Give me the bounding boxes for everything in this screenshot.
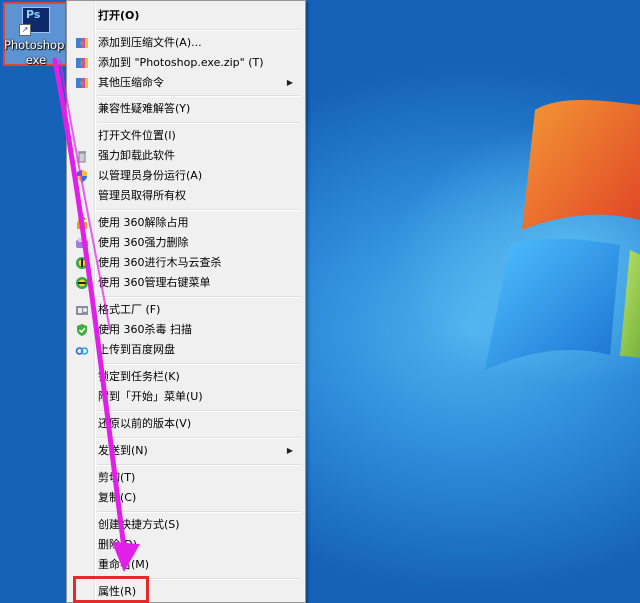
menu-separator <box>97 296 301 298</box>
menu-item-label: 添加到压缩文件(A)... <box>98 36 202 49</box>
menu-item-label: 打开(O) <box>98 9 140 22</box>
menu-item-label: 管理员取得所有权 <box>98 189 186 202</box>
menu-item-take-ownership[interactable]: 管理员取得所有权 <box>69 186 303 206</box>
menu-separator <box>97 95 301 97</box>
menu-item-label: 剪切(T) <box>98 471 136 484</box>
menu-separator <box>97 511 301 513</box>
menu-item-compat-troubleshoot[interactable]: 兼容性疑难解答(Y) <box>69 99 303 119</box>
menu-item-label: 使用 360解除占用 <box>98 216 189 229</box>
menu-item-360-antivirus-scan[interactable]: 使用 360杀毒 扫描 <box>69 320 303 340</box>
menu-separator <box>97 437 301 439</box>
archive-icon <box>76 38 88 48</box>
antivirus-icon <box>77 324 87 336</box>
menu-item-label: 上传到百度网盘 <box>98 343 175 356</box>
menu-separator <box>97 29 301 31</box>
photoshop-shortcut[interactable]: Ps ↗ Photoshop. exe <box>3 2 69 67</box>
menu-item-label: 强力卸载此软件 <box>98 149 175 162</box>
archive-icon <box>76 78 88 88</box>
menu-separator <box>97 122 301 124</box>
menu-item-pin-start[interactable]: 附到「开始」菜单(U) <box>69 387 303 407</box>
submenu-arrow-icon: ▶ <box>286 446 293 455</box>
context-menu: 打开(O) 添加到压缩文件(A)... 添加到 "Photoshop.exe.z… <box>66 0 306 603</box>
menu-item-360-force-delete[interactable]: 使用 360强力删除 <box>69 233 303 253</box>
menu-item-label: 复制(C) <box>98 491 137 504</box>
shortcut-arrow-icon: ↗ <box>19 24 31 36</box>
menu-item-label: 打开文件位置(I) <box>98 129 176 142</box>
menu-item-label: 发送到(N) <box>98 444 148 457</box>
shield-icon <box>77 170 87 182</box>
menu-item-label: 以管理员身份运行(A) <box>98 169 203 182</box>
menu-item-label: 附到「开始」菜单(U) <box>98 390 203 403</box>
menu-item-run-as-admin[interactable]: 以管理员身份运行(A) <box>69 166 303 186</box>
menu-item-delete[interactable]: 删除(D) <box>69 535 303 555</box>
archive-icon <box>76 58 88 68</box>
menu-item-send-to[interactable]: 发送到(N) ▶ <box>69 441 303 461</box>
menu-item-copy[interactable]: 复制(C) <box>69 488 303 508</box>
menu-item-label: 使用 360杀毒 扫描 <box>98 323 192 336</box>
menu-item-label: 格式工厂 (F) <box>98 303 161 316</box>
menu-item-label: 创建快捷方式(S) <box>98 518 180 531</box>
menu-separator <box>97 464 301 466</box>
menu-item-upload-baidu[interactable]: 上传到百度网盘 <box>69 340 303 360</box>
menu-item-open[interactable]: 打开(O) <box>69 6 303 26</box>
menu-item-rename[interactable]: 重命名(M) <box>69 555 303 575</box>
menu-item-360-trojan-scan[interactable]: 使用 360进行木马云查杀 <box>69 253 303 273</box>
menu-item-label: 重命名(M) <box>98 558 150 571</box>
menu-item-add-to-zip[interactable]: 添加到 "Photoshop.exe.zip" (T) <box>69 53 303 73</box>
menu-item-label: 其他压缩命令 <box>98 76 164 89</box>
windows-logo <box>440 70 640 410</box>
menu-item-label: 添加到 "Photoshop.exe.zip" (T) <box>98 56 264 69</box>
menu-item-label: 还原以前的版本(V) <box>98 417 192 430</box>
menu-item-open-location[interactable]: 打开文件位置(I) <box>69 126 303 146</box>
menu-item-other-compress[interactable]: 其他压缩命令 ▶ <box>69 73 303 93</box>
shred-icon <box>76 238 88 248</box>
menu-item-pin-taskbar[interactable]: 锁定到任务栏(K) <box>69 367 303 387</box>
menu-item-label: 使用 360管理右键菜单 <box>98 276 211 289</box>
format-factory-icon <box>76 306 88 315</box>
menu-item-360-unlock[interactable]: 使用 360解除占用 <box>69 213 303 233</box>
menu-item-label: 删除(D) <box>98 538 138 551</box>
menu-item-add-to-archive[interactable]: 添加到压缩文件(A)... <box>69 33 303 53</box>
submenu-arrow-icon: ▶ <box>286 78 293 87</box>
menu-item-create-shortcut[interactable]: 创建快捷方式(S) <box>69 515 303 535</box>
menu-item-label: 锁定到任务栏(K) <box>98 370 180 383</box>
menu-item-format-factory[interactable]: 格式工厂 (F) <box>69 300 303 320</box>
menu-item-cut[interactable]: 剪切(T) <box>69 468 303 488</box>
shortcut-label: Photoshop. exe <box>3 38 69 67</box>
menu-separator <box>97 209 301 211</box>
baidu-cloud-icon <box>75 347 89 355</box>
menu-item-force-uninstall[interactable]: 强力卸载此软件 <box>69 146 303 166</box>
menu-item-label: 兼容性疑难解答(Y) <box>98 102 191 115</box>
menu-separator <box>97 363 301 365</box>
menu-item-360-manage-menu[interactable]: 使用 360管理右键菜单 <box>69 273 303 293</box>
trash-icon <box>78 151 86 163</box>
360-icon <box>76 277 88 289</box>
unlock-icon <box>77 216 87 229</box>
menu-separator <box>97 410 301 412</box>
menu-item-restore-versions[interactable]: 还原以前的版本(V) <box>69 414 303 434</box>
menu-item-label: 使用 360强力删除 <box>98 236 189 249</box>
menu-item-label: 使用 360进行木马云查杀 <box>98 256 222 269</box>
properties-highlight-box <box>73 576 149 603</box>
360-icon <box>76 257 88 269</box>
